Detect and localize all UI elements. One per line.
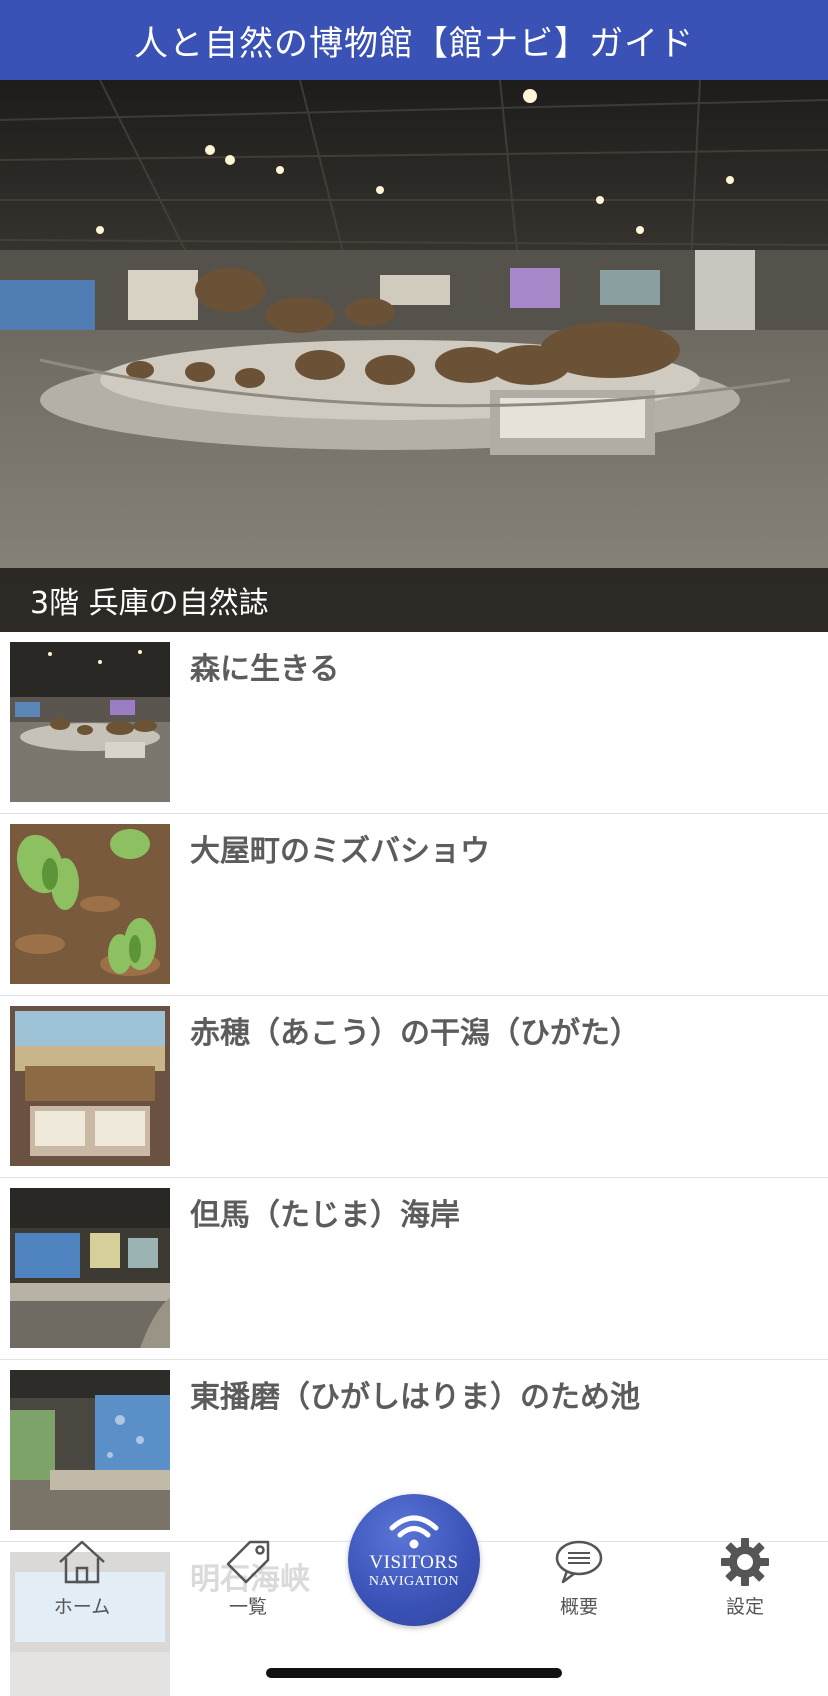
list-item-title: 赤穂（あこう）の干潟（ひがた） [190,1016,640,1051]
visitors-navigation-button[interactable]: VISITORS NAVIGATION [348,1494,480,1626]
list-item-title: 東播磨（ひがしはりま）のため池 [190,1380,640,1415]
hero-image[interactable]: 3階 兵庫の自然誌 [0,80,828,632]
forest-thumbnail [10,642,170,802]
tab-home[interactable]: ホーム [22,1538,142,1619]
visitors-label: VISITORS [369,1552,459,1573]
tab-list-label: 一覧 [228,1596,267,1618]
hero-photo [0,80,828,632]
tab-list[interactable]: 一覧 [188,1538,308,1619]
hero-caption-text: 3階 兵庫の自然誌 [30,586,269,621]
pond-thumbnail [10,1370,170,1530]
navigation-label: NAVIGATION [368,1574,460,1589]
tab-settings[interactable]: 設定 [685,1538,805,1619]
tab-overview[interactable]: 概要 [519,1538,639,1619]
list-item[interactable]: 但馬（たじま）海岸 [0,1178,828,1360]
list-item[interactable]: 森に生きる [0,632,828,814]
list-item-title: 森に生きる [190,652,340,687]
page-title: 人と自然の博物館【館ナビ】ガイド [134,23,694,64]
home-indicator[interactable] [266,1668,562,1678]
tab-home-label: ホーム [53,1596,111,1618]
tideflat-thumbnail [10,1006,170,1166]
tag-icon [226,1540,270,1584]
speech-bubble-icon [555,1540,603,1584]
list-item-title: 大屋町のミズバショウ [190,834,490,869]
list-item-title: 但馬（たじま）海岸 [190,1198,460,1233]
app-header: 人と自然の博物館【館ナビ】ガイド [0,0,828,80]
home-icon [59,1540,105,1584]
skunk-cabbage-thumbnail [10,824,170,984]
coast-thumbnail [10,1188,170,1348]
wifi-icon [389,1515,439,1549]
list-item[interactable]: 大屋町のミズバショウ [0,814,828,996]
tab-overview-label: 概要 [559,1596,598,1618]
tab-settings-label: 設定 [725,1596,764,1618]
gear-icon [721,1538,769,1586]
list-item[interactable]: 赤穂（あこう）の干潟（ひがた） [0,996,828,1178]
hero-caption: 3階 兵庫の自然誌 [0,568,828,632]
